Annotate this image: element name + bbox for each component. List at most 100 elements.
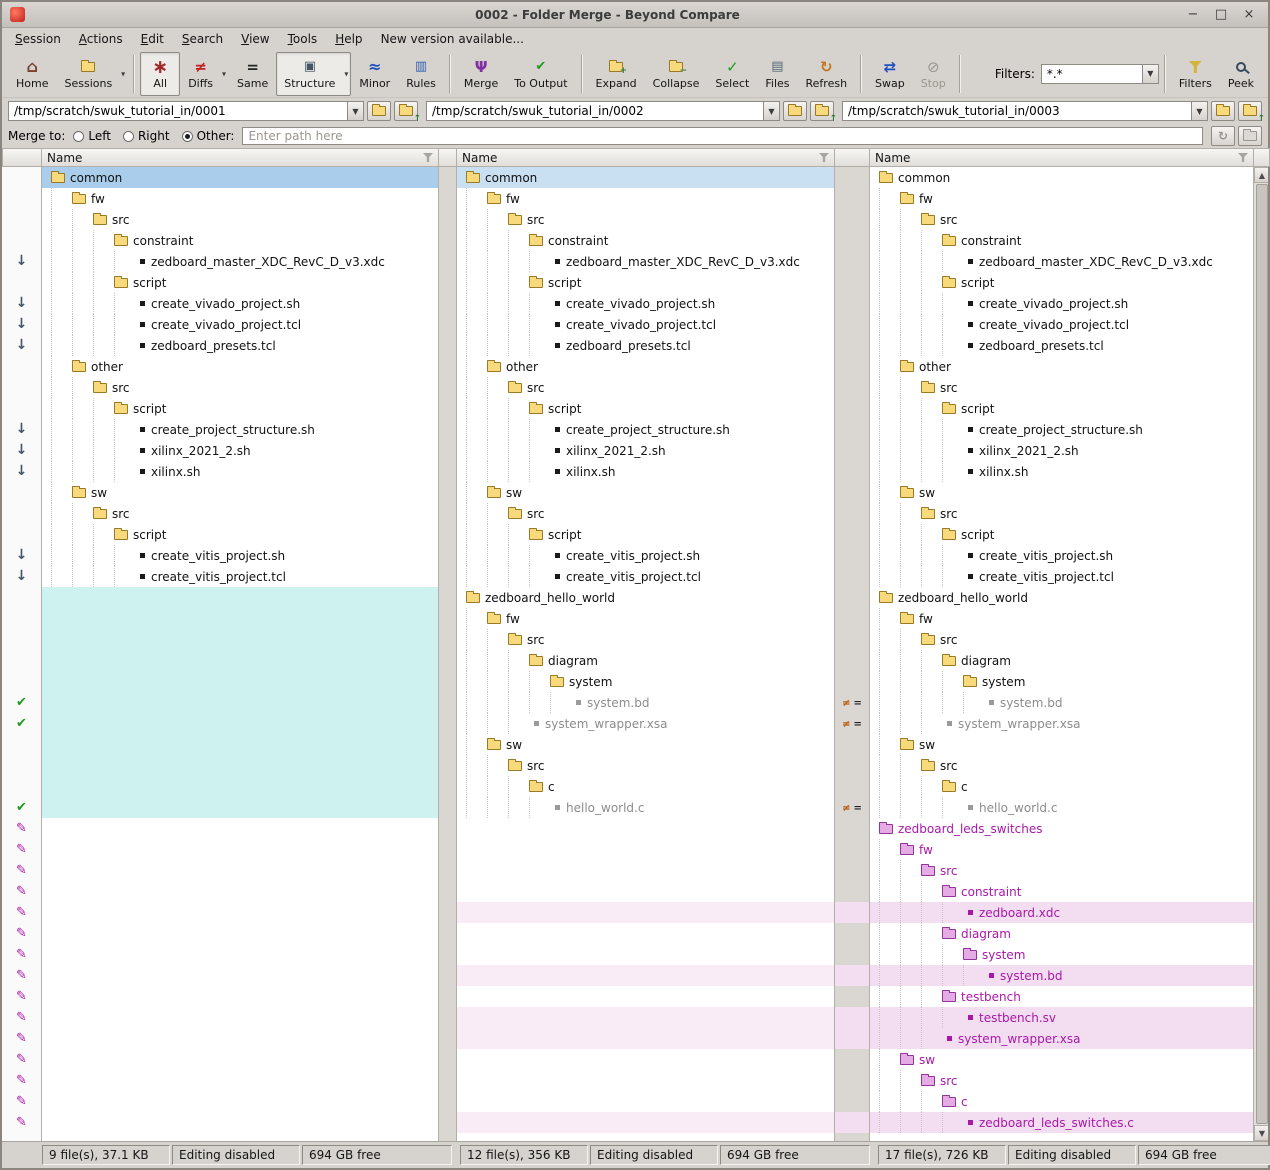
down-arrow-icon[interactable]: ↓ bbox=[16, 545, 28, 566]
tree-row[interactable]: system bbox=[870, 944, 1253, 965]
pencil-icon[interactable]: ✎ bbox=[16, 1070, 27, 1091]
tree-row[interactable]: fw bbox=[42, 188, 438, 209]
tree-row[interactable]: src bbox=[870, 629, 1253, 650]
down-arrow-icon[interactable]: ↓ bbox=[16, 335, 28, 356]
vertical-scrollbar[interactable]: ▲▼ bbox=[1254, 167, 1268, 1141]
merge-browse-button[interactable] bbox=[1238, 126, 1262, 146]
tree-row[interactable] bbox=[42, 986, 438, 1007]
menu-view[interactable]: View bbox=[232, 30, 278, 48]
tree-row[interactable]: fw bbox=[457, 188, 834, 209]
swap-button[interactable]: ⇄Swap bbox=[867, 52, 913, 96]
tree-row[interactable]: src bbox=[870, 209, 1253, 230]
tree-row[interactable] bbox=[42, 671, 438, 692]
pencil-icon[interactable]: ✎ bbox=[16, 839, 27, 860]
tree-row[interactable] bbox=[42, 1091, 438, 1112]
tree-row[interactable]: src bbox=[457, 377, 834, 398]
tree-row[interactable] bbox=[457, 965, 834, 986]
pencil-icon[interactable]: ✎ bbox=[16, 1112, 27, 1133]
path-combo-1[interactable]: /tmp/scratch/swuk_tutorial_in/0002▼ bbox=[426, 101, 780, 121]
tree-row[interactable]: sw bbox=[870, 1049, 1253, 1070]
tree-row[interactable]: system.bd bbox=[870, 692, 1253, 713]
tree-row[interactable] bbox=[42, 608, 438, 629]
parent-folder-button[interactable]: ↑ bbox=[394, 101, 418, 121]
scroll-up-icon[interactable]: ▲ bbox=[1254, 167, 1268, 183]
tree-row[interactable] bbox=[457, 923, 834, 944]
down-arrow-icon[interactable]: ↓ bbox=[16, 314, 28, 335]
tree-row[interactable]: common bbox=[42, 167, 438, 188]
tree-row[interactable]: system.bd bbox=[457, 692, 834, 713]
tree-row[interactable]: create_vivado_project.sh bbox=[457, 293, 834, 314]
tree-row[interactable] bbox=[42, 629, 438, 650]
tree-row[interactable]: xilinx_2021_2.sh bbox=[42, 440, 438, 461]
tree-row[interactable]: create_vivado_project.tcl bbox=[42, 314, 438, 335]
tree-row[interactable]: create_project_structure.sh bbox=[42, 419, 438, 440]
tree-row[interactable] bbox=[42, 1049, 438, 1070]
tree-row[interactable]: system_wrapper.xsa bbox=[870, 1028, 1253, 1049]
pencil-icon[interactable]: ✎ bbox=[16, 1007, 27, 1028]
tree-row[interactable]: common bbox=[870, 167, 1253, 188]
tree-row[interactable]: constraint bbox=[870, 230, 1253, 251]
tree-row[interactable]: src bbox=[870, 503, 1253, 524]
tree-row[interactable]: diagram bbox=[457, 650, 834, 671]
tree-row[interactable]: create_vivado_project.sh bbox=[42, 293, 438, 314]
combo-dropdown-icon[interactable]: ▼ bbox=[347, 102, 363, 120]
pencil-icon[interactable]: ✎ bbox=[16, 1091, 27, 1112]
tree-row[interactable]: create_project_structure.sh bbox=[457, 419, 834, 440]
down-arrow-icon[interactable]: ↓ bbox=[16, 251, 28, 272]
tree-row[interactable]: zedboard_leds_switches.c bbox=[870, 1112, 1253, 1133]
tree-row[interactable]: other bbox=[42, 356, 438, 377]
home-button[interactable]: ⌂Home bbox=[8, 52, 56, 96]
diffs-button[interactable]: ≠Diffs▾ bbox=[180, 52, 229, 96]
pencil-icon[interactable]: ✎ bbox=[16, 818, 27, 839]
pencil-icon[interactable]: ✎ bbox=[16, 860, 27, 881]
tree-row[interactable]: script bbox=[870, 398, 1253, 419]
tree-row[interactable]: create_vitis_project.tcl bbox=[457, 566, 834, 587]
tree-row[interactable]: src bbox=[870, 1070, 1253, 1091]
browse-folder-button[interactable] bbox=[367, 101, 391, 121]
maximize-button[interactable]: □ bbox=[1210, 6, 1232, 24]
expand-button[interactable]: +Expand bbox=[588, 52, 645, 96]
combo-dropdown-icon[interactable]: ▼ bbox=[763, 102, 779, 120]
tree-row[interactable]: zedboard_master_XDC_RevC_D_v3.xdc bbox=[42, 251, 438, 272]
all-button[interactable]: ∗All bbox=[140, 52, 180, 96]
menu-edit[interactable]: Edit bbox=[132, 30, 173, 48]
tree-row[interactable] bbox=[457, 986, 834, 1007]
stop-button[interactable]: ⊘Stop bbox=[913, 52, 954, 96]
minimize-button[interactable]: − bbox=[1182, 6, 1204, 24]
pencil-icon[interactable]: ✎ bbox=[16, 881, 27, 902]
tree-row[interactable] bbox=[42, 944, 438, 965]
tree-row[interactable] bbox=[42, 860, 438, 881]
menu-tools[interactable]: Tools bbox=[279, 30, 327, 48]
merge-refresh-button[interactable]: ↻ bbox=[1211, 126, 1235, 146]
browse-folder-button[interactable] bbox=[1211, 101, 1235, 121]
filters-button[interactable]: Filters bbox=[1171, 52, 1220, 96]
tree-row[interactable]: script bbox=[457, 524, 834, 545]
tree-row[interactable] bbox=[42, 713, 438, 734]
peek-button[interactable]: Peek bbox=[1220, 52, 1262, 96]
tree-row[interactable] bbox=[42, 902, 438, 923]
name-column-header[interactable]: Name bbox=[42, 148, 439, 167]
pencil-icon[interactable]: ✎ bbox=[16, 902, 27, 923]
tree-row[interactable]: create_vitis_project.sh bbox=[870, 545, 1253, 566]
sessions-button[interactable]: Sessions▾ bbox=[56, 52, 128, 96]
tree-row[interactable]: xilinx.sh bbox=[457, 461, 834, 482]
tree-row[interactable] bbox=[42, 1028, 438, 1049]
tree-row[interactable]: src bbox=[457, 629, 834, 650]
filter-funnel-icon[interactable] bbox=[1238, 153, 1248, 162]
select-button[interactable]: ✓Select bbox=[707, 52, 757, 96]
pencil-icon[interactable]: ✎ bbox=[16, 986, 27, 1007]
pencil-icon[interactable]: ✎ bbox=[16, 944, 27, 965]
tree-row[interactable]: c bbox=[870, 1091, 1253, 1112]
menu-help[interactable]: Help bbox=[326, 30, 371, 48]
pencil-icon[interactable]: ✎ bbox=[16, 1049, 27, 1070]
tree-row[interactable]: other bbox=[457, 356, 834, 377]
browse-folder-button[interactable] bbox=[783, 101, 807, 121]
tree-row[interactable] bbox=[42, 965, 438, 986]
tree-row[interactable] bbox=[457, 1091, 834, 1112]
check-icon[interactable]: ✔ bbox=[16, 713, 27, 734]
menu-actions[interactable]: Actions bbox=[70, 30, 132, 48]
tree-row[interactable]: create_vitis_project.sh bbox=[457, 545, 834, 566]
tree-row[interactable]: sw bbox=[42, 482, 438, 503]
refresh-button[interactable]: ↻Refresh bbox=[798, 52, 856, 96]
tree-row[interactable] bbox=[42, 755, 438, 776]
